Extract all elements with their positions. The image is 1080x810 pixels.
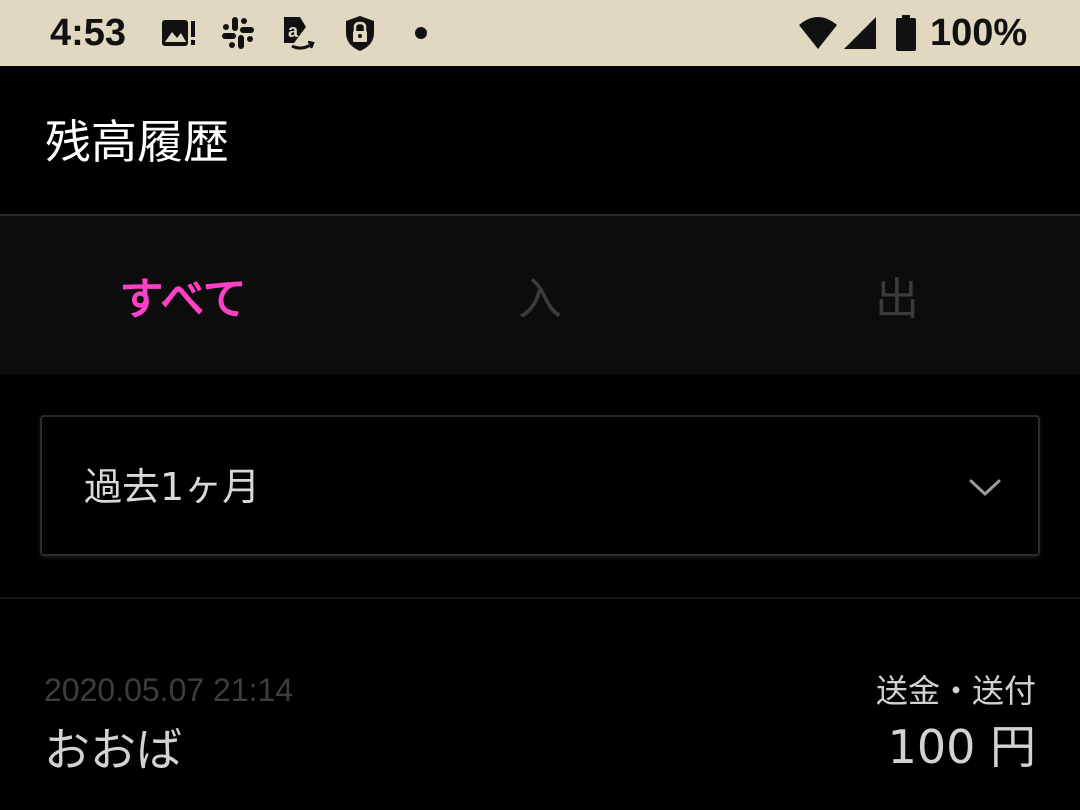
wifi-icon	[798, 13, 838, 53]
period-dropdown[interactable]: 過去1ヶ月	[40, 415, 1040, 556]
status-bar: 4:53 a 100%	[0, 0, 1080, 66]
dot-icon	[402, 13, 442, 53]
transaction-amount: 100 円	[887, 720, 1036, 774]
tab-all[interactable]: すべて	[3, 216, 363, 374]
photo-alert-icon	[158, 13, 198, 53]
transaction-datetime: 2020.05.07 21:14	[44, 672, 294, 708]
battery-icon	[886, 13, 926, 53]
tab-income[interactable]: 入	[360, 216, 720, 374]
svg-text:a: a	[288, 21, 299, 41]
transaction-row[interactable]: 2020.05.07 21:14 おおば 送金・送付 100 円	[0, 599, 1080, 810]
period-dropdown-value: 過去1ヶ月	[84, 465, 261, 509]
chevron-down-icon	[968, 472, 1002, 502]
transaction-name: おおば	[44, 723, 182, 777]
tab-bar: すべて 入 出	[0, 214, 1080, 374]
status-time: 4:53	[50, 12, 127, 54]
transaction-type: 送金・送付	[875, 672, 1036, 710]
tab-expense[interactable]: 出	[717, 216, 1077, 374]
page-title: 残高履歴	[45, 115, 229, 169]
battery-percent: 100%	[930, 12, 1028, 54]
slack-icon	[218, 13, 258, 53]
lock-icon	[340, 13, 380, 53]
app-bar: 残高履歴	[0, 66, 1080, 214]
amazon-icon: a	[278, 13, 318, 53]
signal-icon	[840, 13, 880, 53]
